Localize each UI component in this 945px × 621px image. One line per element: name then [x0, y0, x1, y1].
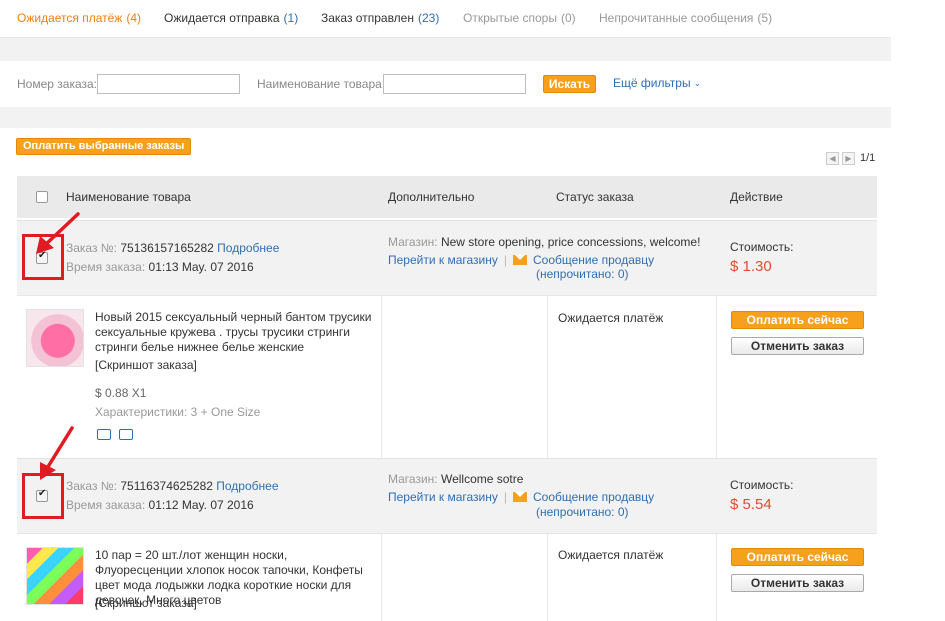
message-seller-link[interactable]: Сообщение продавцу [533, 490, 654, 504]
tab-count: (23) [417, 11, 440, 25]
order-number-value: 75116374625282 [120, 479, 213, 493]
message-seller-link[interactable]: Сообщение продавцу [533, 253, 654, 267]
order-time: Время заказа: 01:13 May. 07 2016 [66, 260, 254, 274]
shop-info: Магазин: New store opening, price conces… [388, 235, 700, 249]
product-name-label: Наименование товара: [257, 77, 386, 91]
go-to-shop-link[interactable]: Перейти к магазину [388, 253, 498, 267]
orders-table-header: Наименование товара Дополнительно Статус… [17, 176, 877, 218]
order-number: Заказ №: 75116374625282 Подробнее [66, 479, 279, 493]
divider: | [503, 490, 507, 504]
cost-label: Стоимость: [730, 240, 794, 254]
order-status: Ожидается платёж [558, 548, 664, 562]
product-properties: Характеристики: 3 + One Size [95, 405, 261, 419]
status-tabs: Ожидается платёж (4) Ожидается отправка (1… [0, 0, 891, 38]
order-time-label: Время заказа: [66, 498, 146, 512]
tab-awaiting-shipment[interactable]: Ожидается отправка (1) [164, 11, 298, 25]
pager-next-icon[interactable]: ▶ [842, 152, 855, 165]
tab-count: (5) [757, 11, 773, 25]
shop-name: New store opening, price concessions, we… [440, 235, 701, 249]
cost-value: $ 1.30 [730, 258, 772, 275]
shop-label: Магазин: [388, 235, 438, 249]
shop-name: Wellcome sotre [440, 472, 524, 486]
pay-selected-orders-button[interactable]: Оплатить выбранные заказы [16, 138, 192, 155]
tab-label: Заказ отправлен [321, 11, 414, 25]
chevron-down-icon: ⌄ [693, 78, 702, 88]
unread-count[interactable]: (непрочитано: 0) [536, 505, 629, 519]
tab-awaiting-payment[interactable]: Ожидается платёж (4) [17, 11, 141, 25]
shop-links: Перейти к магазину | Сообщение продавцу [388, 253, 654, 267]
pay-now-button[interactable]: Оплатить сейчас [731, 548, 864, 566]
tab-label: Ожидается отправка [164, 11, 280, 25]
order-body: Новый 2015 сексуальный черный бантом тру… [17, 295, 877, 458]
shop-info: Магазин: Wellcome sotre [388, 472, 523, 486]
go-to-shop-link[interactable]: Перейти к магазину [388, 490, 498, 504]
order-header: Заказ №: 75116374625282 Подробнее Время … [17, 458, 877, 533]
tab-order-shipped[interactable]: Заказ отправлен (23) [321, 11, 439, 25]
order-number-label: Номер заказа: [17, 77, 98, 91]
shop-label: Магазин: [388, 472, 438, 486]
annotation-arrow-icon [36, 212, 80, 254]
order-body: 10 пар = 20 шт./лот женщин носки, Флуоре… [17, 533, 877, 621]
tab-label: Ожидается платёж [17, 11, 123, 25]
order-snapshot-link[interactable]: [Скриншот заказа] [95, 596, 197, 610]
separator-bar [0, 107, 891, 128]
order-time-value: 01:12 May. 07 2016 [148, 498, 254, 512]
order-details-link[interactable]: Подробнее [217, 241, 279, 255]
pay-now-button[interactable]: Оплатить сейчас [731, 311, 864, 329]
filter-bar: Номер заказа: Наименование товара: Искат… [0, 61, 891, 107]
cancel-order-button[interactable]: Отменить заказ [731, 337, 864, 355]
product-name-input[interactable] [383, 74, 526, 94]
cost-label: Стоимость: [730, 478, 794, 492]
order-number: Заказ №: 75136157165282 Подробнее [66, 241, 279, 255]
select-all-checkbox[interactable] [36, 191, 48, 203]
column-header-product: Наименование товара [66, 190, 191, 204]
order-status: Ожидается платёж [558, 311, 664, 325]
order-time: Время заказа: 01:12 May. 07 2016 [66, 498, 254, 512]
delivery-truck-icon[interactable] [97, 429, 111, 440]
tab-label: Непрочитанные сообщения [599, 11, 754, 25]
search-button[interactable]: Искать [543, 75, 596, 93]
column-divider [716, 534, 717, 621]
tab-count: (1) [283, 11, 299, 25]
order-number-input[interactable] [97, 74, 240, 94]
separator-bar [0, 38, 891, 61]
pager-prev-icon[interactable]: ◀ [826, 152, 839, 165]
column-divider [381, 534, 382, 621]
envelope-icon [513, 255, 527, 265]
column-header-extra: Дополнительно [388, 190, 475, 204]
order-header: Заказ №: 75136157165282 Подробнее Время … [17, 220, 877, 295]
order-details-link[interactable]: Подробнее [216, 479, 278, 493]
cancel-order-button[interactable]: Отменить заказ [731, 574, 864, 592]
product-title-link[interactable]: Новый 2015 сексуальный черный бантом тру… [95, 310, 375, 355]
cost-value: $ 5.54 [730, 496, 772, 513]
product-price: $ 0.88 X1 [95, 386, 147, 400]
order-time-label: Время заказа: [66, 260, 146, 274]
tab-unread-messages[interactable]: Непрочитанные сообщения (5) [599, 11, 772, 25]
envelope-icon [513, 492, 527, 502]
order-number-value: 75136157165282 [120, 241, 214, 255]
tab-count: (4) [126, 11, 141, 25]
column-header-status: Статус заказа [556, 190, 634, 204]
unread-count[interactable]: (непрочитано: 0) [536, 267, 629, 281]
pager-page-indicator: 1/1 [860, 152, 876, 164]
tab-label: Открытые споры [463, 11, 557, 25]
shop-links: Перейти к магазину | Сообщение продавцу [388, 490, 654, 504]
order-snapshot-link[interactable]: [Скриншот заказа] [95, 358, 197, 372]
column-divider [716, 296, 717, 458]
more-filters-label: Ещё фильтры [613, 76, 691, 90]
column-header-action: Действие [730, 190, 783, 204]
return-icon[interactable] [119, 429, 133, 440]
product-image[interactable] [26, 309, 84, 367]
divider: | [503, 253, 507, 267]
column-divider [547, 534, 548, 621]
product-image[interactable] [26, 547, 84, 605]
more-filters-link[interactable]: Ещё фильтры ⌄ [613, 76, 701, 90]
tab-count: (0) [560, 11, 576, 25]
column-divider [547, 296, 548, 458]
tab-open-disputes[interactable]: Открытые споры (0) [463, 11, 576, 25]
column-divider [381, 296, 382, 458]
annotation-arrow-icon [40, 426, 74, 480]
order-time-value: 01:13 May. 07 2016 [148, 260, 254, 274]
